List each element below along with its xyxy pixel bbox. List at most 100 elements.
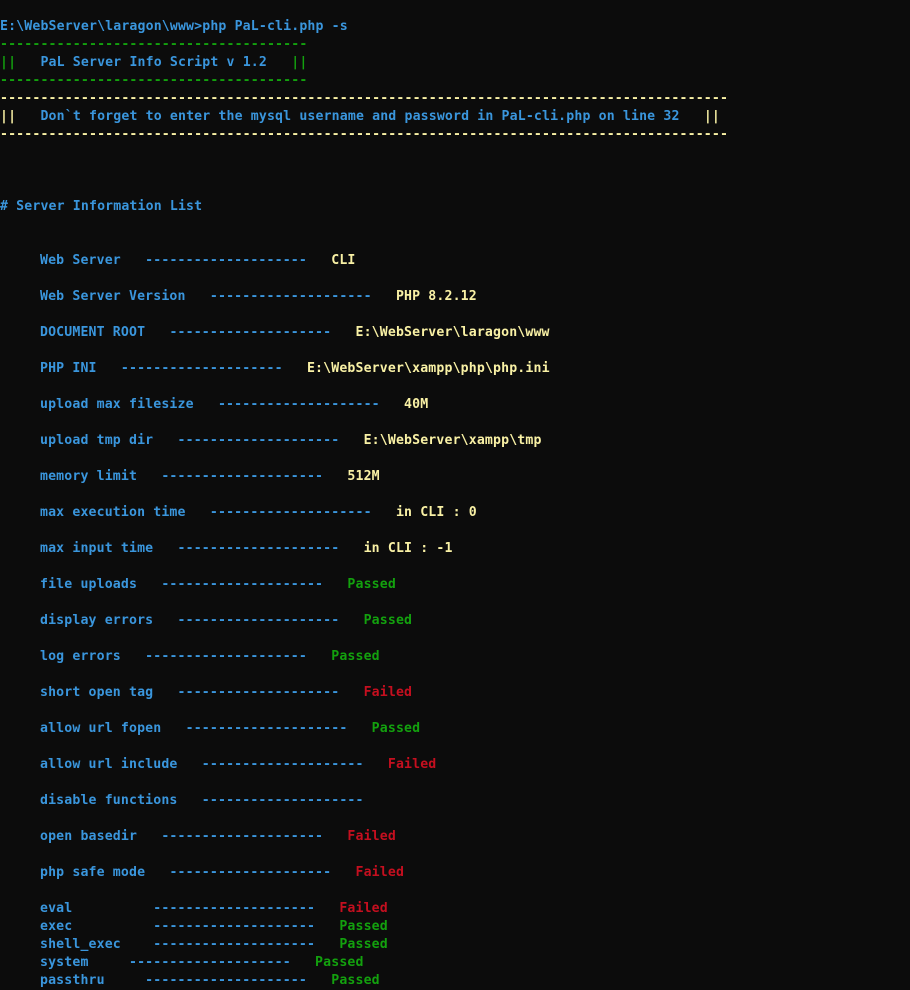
info-row: PHP INI -------------------- E:\WebServe… bbox=[0, 360, 550, 378]
function-row-separator: -------------------- bbox=[129, 919, 340, 934]
info-row: allow url include -------------------- F… bbox=[0, 756, 436, 774]
function-row-value: Passed bbox=[331, 973, 380, 988]
info-row-label: disable functions bbox=[40, 793, 178, 808]
info-row-label: php safe mode bbox=[40, 865, 146, 880]
info-row-label: PHP INI bbox=[40, 361, 97, 376]
notice-line: || Don`t forget to enter the mysql usern… bbox=[0, 108, 720, 126]
function-row: shell_exec -------------------- Passed bbox=[0, 936, 388, 954]
info-row: Web Server -------------------- CLI bbox=[0, 252, 356, 270]
info-row: short open tag -------------------- Fail… bbox=[0, 684, 412, 702]
function-row-value: Passed bbox=[315, 955, 364, 970]
function-row: eval -------------------- Failed bbox=[0, 900, 388, 918]
info-row: display errors -------------------- Pass… bbox=[0, 612, 412, 630]
command-prompt-line: E:\WebServer\laragon\www>php PaL-cli.php… bbox=[0, 19, 348, 34]
function-row-label: system bbox=[40, 955, 105, 970]
info-row-value: 40M bbox=[404, 397, 429, 412]
info-row-label: upload max filesize bbox=[40, 397, 194, 412]
info-row-label: memory limit bbox=[40, 469, 138, 484]
notice-right-bars: || bbox=[703, 109, 720, 124]
function-row-separator: -------------------- bbox=[129, 937, 340, 952]
info-row-value: Failed bbox=[347, 829, 396, 844]
notice-top-border: ----------------------------------------… bbox=[0, 91, 729, 106]
function-row: exec -------------------- Passed bbox=[0, 918, 388, 936]
notice-text: Don`t forget to enter the mysql username… bbox=[16, 109, 704, 124]
info-row-value: E:\WebServer\laragon\www bbox=[355, 325, 550, 340]
function-row-label: shell_exec bbox=[40, 937, 129, 952]
info-row-label: max input time bbox=[40, 541, 154, 556]
info-row-label: DOCUMENT ROOT bbox=[40, 325, 146, 340]
function-row-value: Failed bbox=[339, 901, 388, 916]
info-row: DOCUMENT ROOT -------------------- E:\We… bbox=[0, 324, 550, 342]
section-heading: # Server Information List bbox=[0, 199, 203, 214]
info-row-value: 512M bbox=[347, 469, 380, 484]
terminal-window[interactable]: { "terminal": { "prompt_line": "E:\\WebS… bbox=[0, 0, 910, 989]
info-row-separator: -------------------- bbox=[177, 757, 388, 772]
info-row-value: Passed bbox=[363, 613, 413, 628]
banner-bottom-border: -------------------------------------- bbox=[0, 73, 308, 88]
info-row: memory limit -------------------- 512M bbox=[0, 468, 380, 486]
info-row: disable functions -------------------- bbox=[0, 792, 388, 810]
info-row: max input time -------------------- in C… bbox=[0, 540, 453, 558]
function-row: passthru -------------------- Passed bbox=[0, 972, 380, 990]
function-row-label: eval bbox=[40, 901, 129, 916]
function-row-separator: -------------------- bbox=[129, 901, 340, 916]
info-row-label: allow url fopen bbox=[40, 721, 162, 736]
info-row-label: display errors bbox=[40, 613, 154, 628]
info-row-label: Web Server bbox=[40, 253, 121, 268]
info-row-separator: -------------------- bbox=[137, 829, 348, 844]
info-row-label: Web Server Version bbox=[40, 289, 186, 304]
info-row-label: max execution time bbox=[40, 505, 186, 520]
info-row-separator: -------------------- bbox=[137, 469, 348, 484]
info-row-separator: -------------------- bbox=[185, 289, 396, 304]
function-row-value: Passed bbox=[339, 919, 388, 934]
banner-title-line: || PaL Server Info Script v 1.2 || bbox=[0, 55, 308, 70]
info-row-separator: -------------------- bbox=[145, 325, 356, 340]
info-row: Web Server Version -------------------- … bbox=[0, 288, 477, 306]
info-row-separator: -------------------- bbox=[120, 649, 332, 664]
info-row: max execution time -------------------- … bbox=[0, 504, 477, 522]
info-row-label: file uploads bbox=[40, 577, 138, 592]
info-row-label: log errors bbox=[40, 649, 121, 664]
info-row-separator: -------------------- bbox=[177, 793, 388, 808]
info-row-separator: -------------------- bbox=[193, 397, 405, 412]
info-row: php safe mode -------------------- Faile… bbox=[0, 864, 404, 882]
notice-left-bars: || bbox=[0, 109, 17, 124]
info-row-value: CLI bbox=[331, 253, 356, 268]
info-row: file uploads -------------------- Passed bbox=[0, 576, 396, 594]
info-row-label: short open tag bbox=[40, 685, 154, 700]
info-row-separator: -------------------- bbox=[145, 865, 356, 880]
info-row-value: Failed bbox=[363, 685, 413, 700]
function-row-label: exec bbox=[40, 919, 129, 934]
function-row-label: passthru bbox=[40, 973, 121, 988]
info-row-label: allow url include bbox=[40, 757, 178, 772]
notice-bottom-border: ----------------------------------------… bbox=[0, 127, 729, 142]
info-row-value: in CLI : -1 bbox=[363, 541, 453, 556]
info-row-value: Failed bbox=[355, 865, 405, 880]
info-row-separator: -------------------- bbox=[153, 613, 364, 628]
info-row-label: upload tmp dir bbox=[40, 433, 154, 448]
info-row: log errors -------------------- Passed bbox=[0, 648, 380, 666]
info-row-separator: -------------------- bbox=[153, 433, 364, 448]
info-row-value: PHP 8.2.12 bbox=[395, 289, 477, 304]
info-row-value: Failed bbox=[387, 757, 437, 772]
info-row-value: Passed bbox=[371, 721, 421, 736]
function-row: system -------------------- Passed bbox=[0, 954, 364, 972]
info-row-separator: -------------------- bbox=[153, 541, 364, 556]
banner-top-border: -------------------------------------- bbox=[0, 37, 308, 52]
info-row-separator: -------------------- bbox=[96, 361, 307, 376]
info-row-separator: -------------------- bbox=[137, 577, 348, 592]
info-row: open basedir -------------------- Failed bbox=[0, 828, 396, 846]
function-row-value: Passed bbox=[339, 937, 388, 952]
info-row-separator: -------------------- bbox=[161, 721, 372, 736]
info-row-value: Passed bbox=[347, 577, 396, 592]
info-row: upload max filesize --------------------… bbox=[0, 396, 428, 414]
info-row-value: Passed bbox=[331, 649, 380, 664]
info-row-separator: -------------------- bbox=[120, 253, 332, 268]
info-row-separator: -------------------- bbox=[153, 685, 364, 700]
info-row: upload tmp dir -------------------- E:\W… bbox=[0, 432, 542, 450]
info-row: allow url fopen -------------------- Pas… bbox=[0, 720, 420, 738]
function-row-separator: -------------------- bbox=[104, 955, 316, 970]
function-row-separator: -------------------- bbox=[120, 973, 332, 988]
info-row-value: in CLI : 0 bbox=[395, 505, 477, 520]
info-row-separator: -------------------- bbox=[185, 505, 396, 520]
